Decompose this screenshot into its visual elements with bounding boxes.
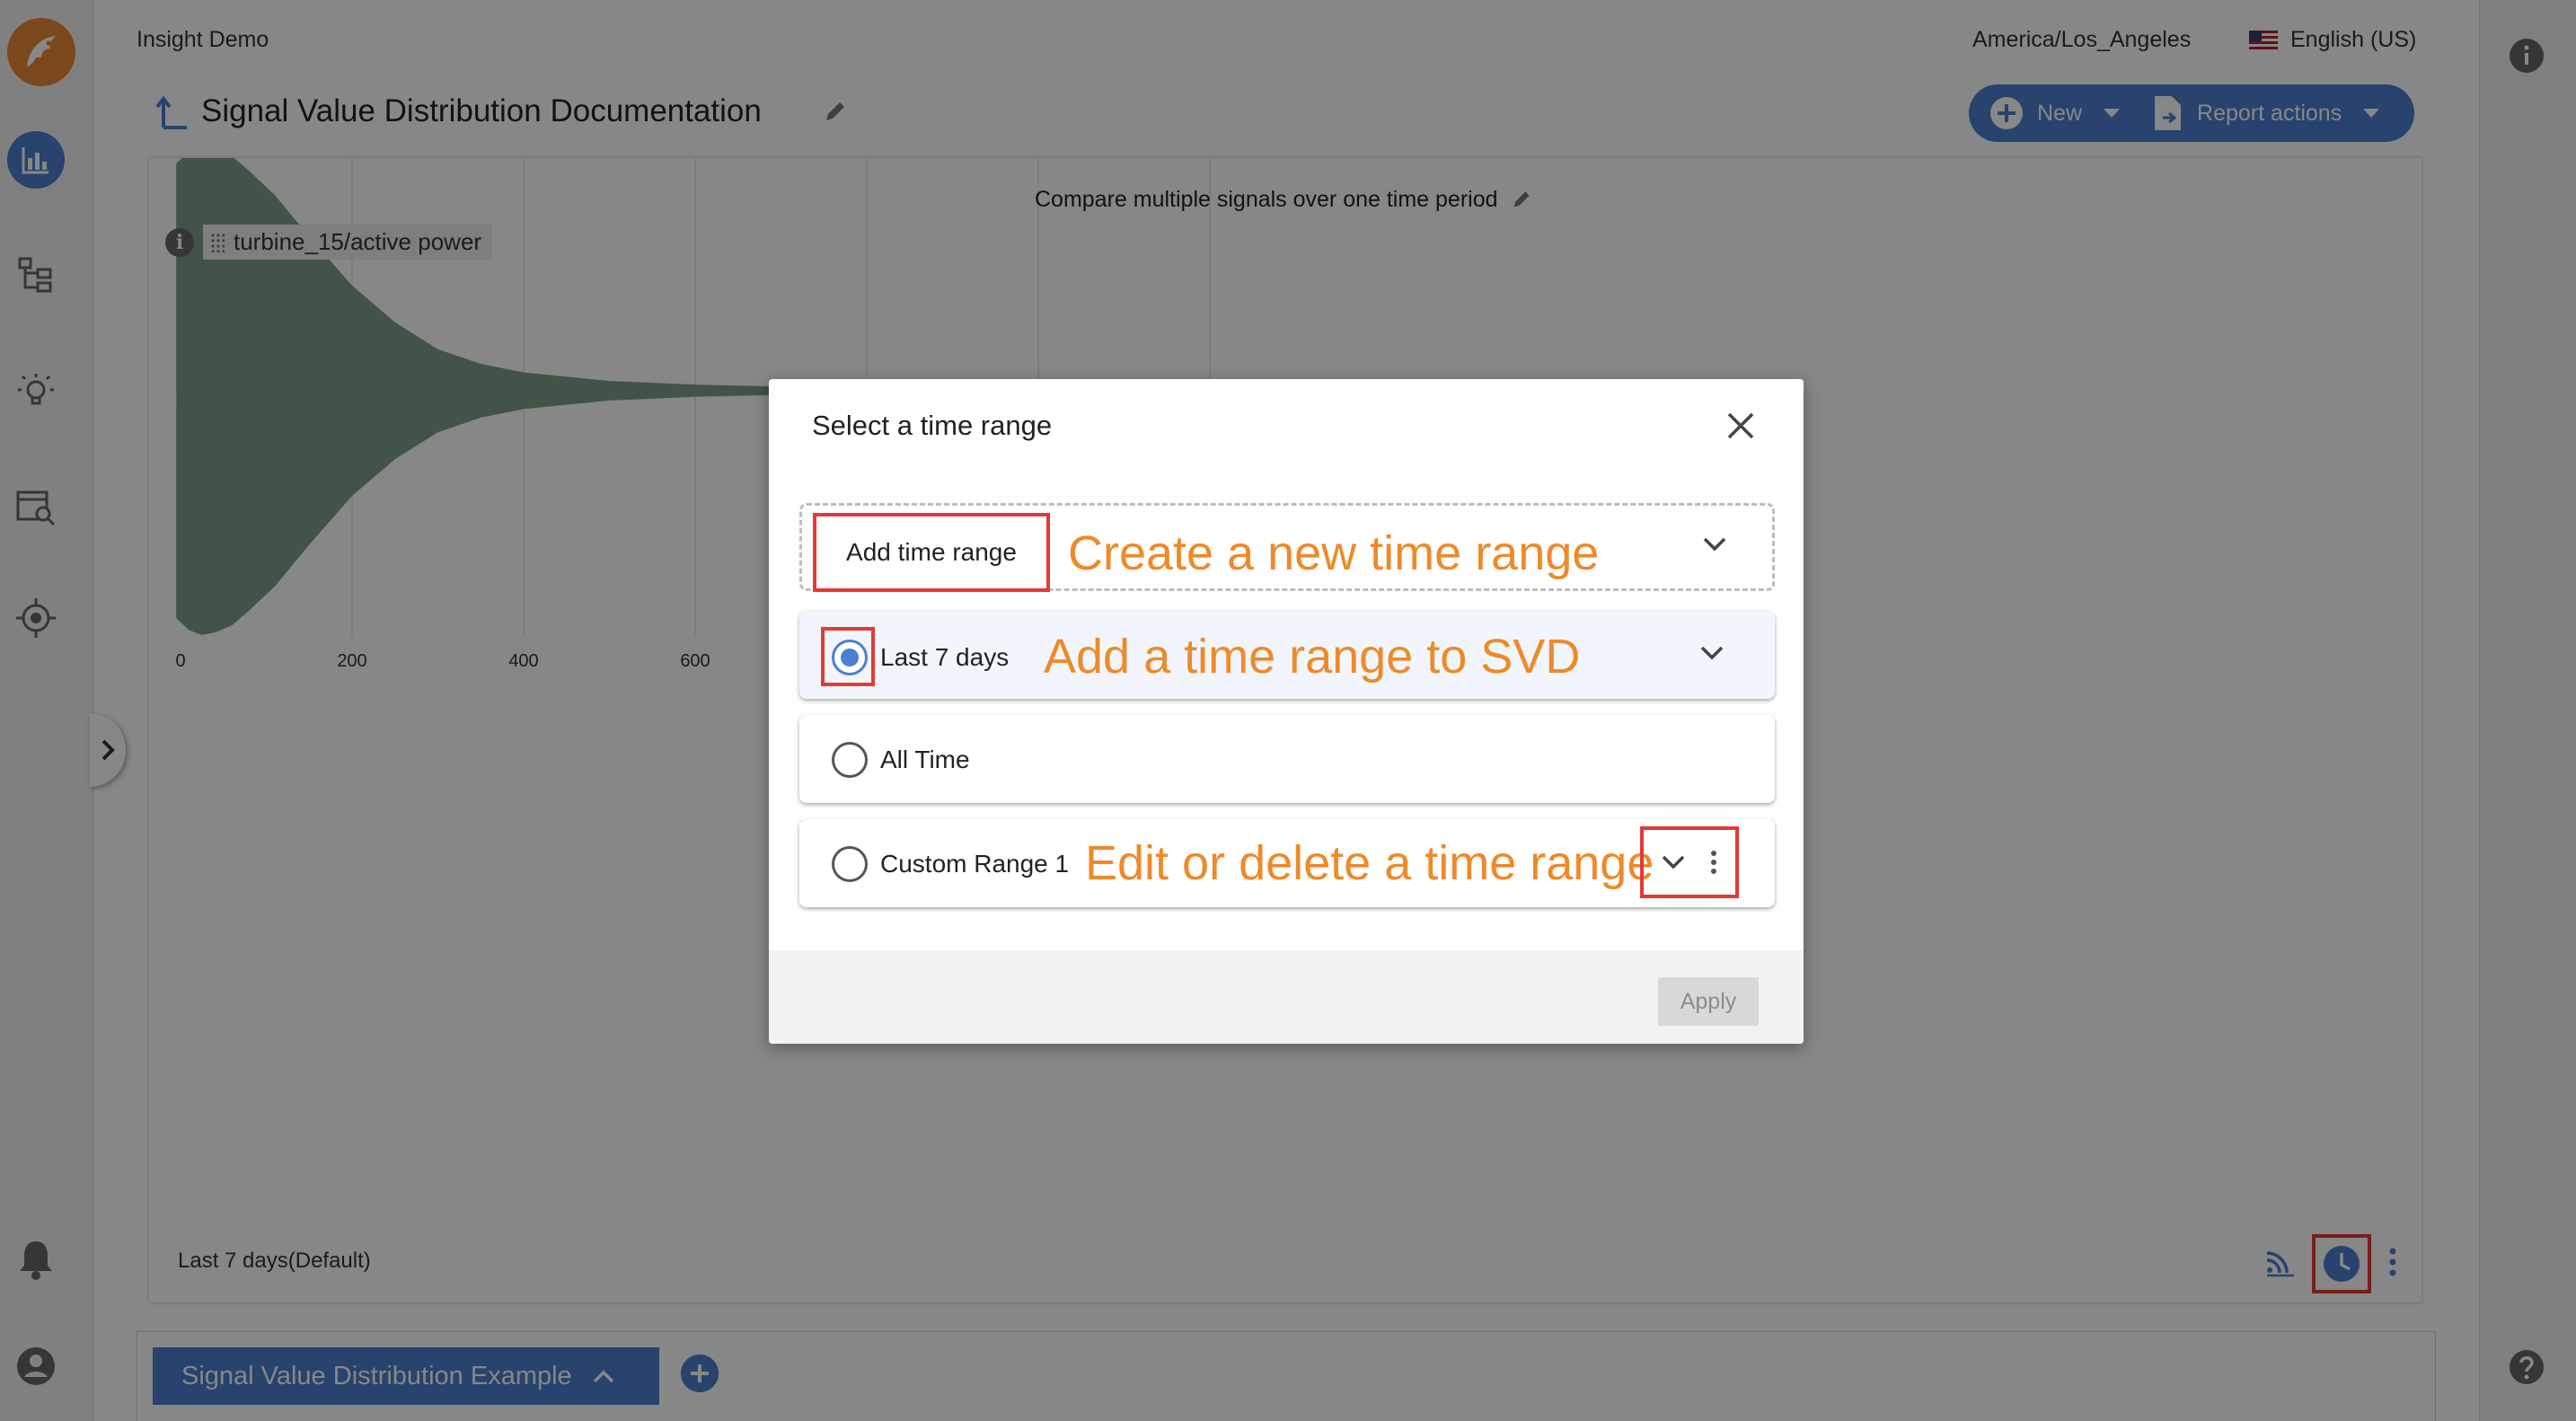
option-last-7-days[interactable]: Last 7 days Add a time range to SVD bbox=[799, 611, 1775, 699]
option-all-time[interactable]: All Time bbox=[799, 715, 1775, 803]
apply-button[interactable]: Apply bbox=[1658, 977, 1759, 1026]
chevron-down-icon[interactable] bbox=[1661, 854, 1686, 870]
custom-range-actions bbox=[1640, 826, 1739, 898]
chevron-down-icon bbox=[1703, 537, 1726, 552]
add-time-range-label: Add time range bbox=[846, 538, 1017, 566]
dialog-title: Select a time range bbox=[812, 410, 1053, 441]
annotation-add: Add a time range to SVD bbox=[1044, 630, 1581, 684]
dialog-footer bbox=[769, 950, 1804, 1044]
radio-all-time[interactable] bbox=[832, 742, 868, 778]
option-custom-range-1[interactable]: Custom Range 1 Edit or delete a time ran… bbox=[799, 819, 1775, 907]
radio-custom-range-1[interactable] bbox=[832, 846, 868, 882]
option-label: Custom Range 1 bbox=[880, 850, 1070, 878]
add-time-range-row: Add time range Create a new time range bbox=[799, 503, 1775, 592]
more-vertical-icon[interactable] bbox=[1709, 849, 1718, 876]
option-label: Last 7 days bbox=[880, 643, 1010, 671]
expand-add-button[interactable] bbox=[1702, 536, 1727, 557]
annotation-edit: Edit or delete a time range bbox=[1085, 836, 1654, 890]
close-icon bbox=[1727, 412, 1754, 439]
option-label: All Time bbox=[880, 746, 970, 773]
radio-last-7-days[interactable] bbox=[832, 640, 868, 675]
time-range-dialog: Select a time range Add time range Creat… bbox=[769, 379, 1804, 1044]
close-button[interactable] bbox=[1726, 411, 1755, 445]
expand-last-7-days-button[interactable] bbox=[1699, 645, 1725, 666]
chevron-down-icon bbox=[1700, 646, 1724, 660]
annotation-create: Create a new time range bbox=[1068, 526, 1600, 580]
add-time-range-button[interactable]: Add time range bbox=[813, 513, 1050, 592]
